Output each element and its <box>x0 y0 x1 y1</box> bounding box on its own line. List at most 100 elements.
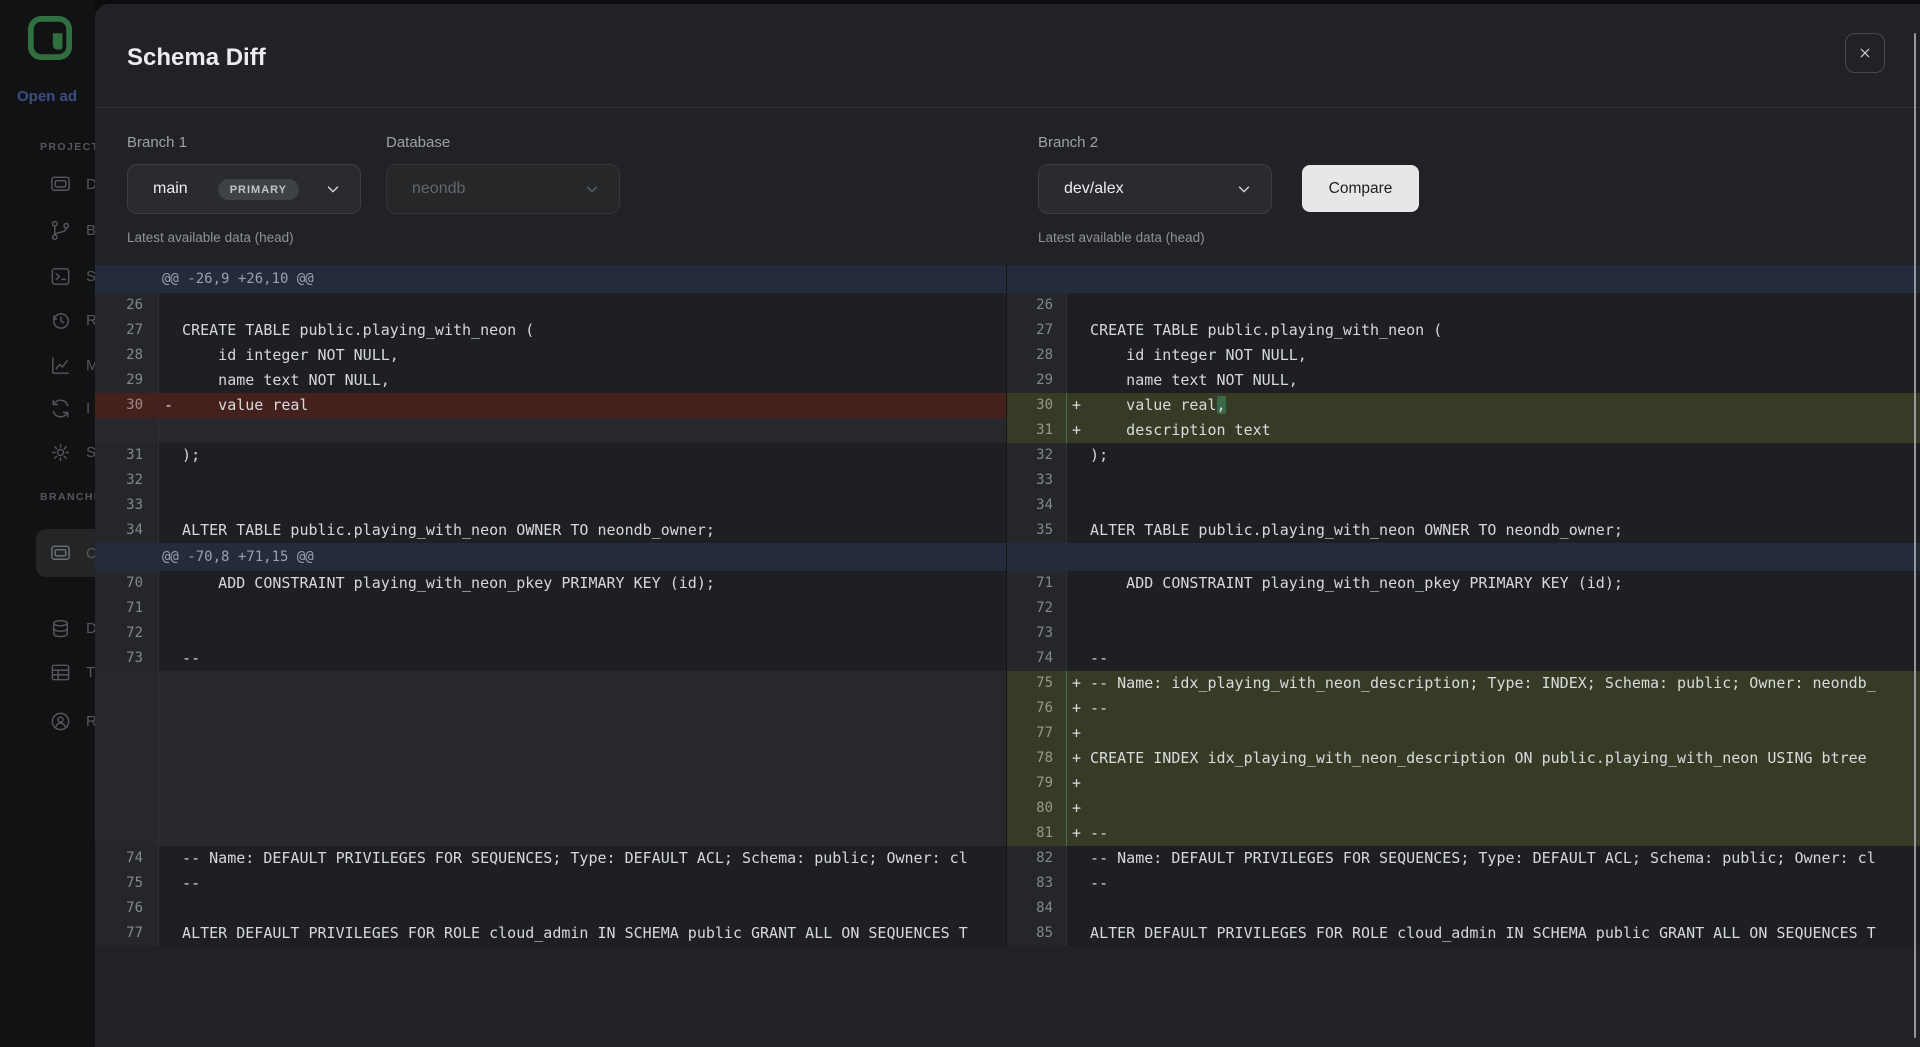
line-number: 27 <box>1007 318 1067 343</box>
code-text <box>159 721 1006 746</box>
branch2-select[interactable]: dev/alex <box>1038 164 1272 214</box>
hunk-header: @@ -70,8 +71,15 @@ <box>95 543 1006 571</box>
code-text <box>159 418 1006 443</box>
diff-code-row: 32 ); <box>1007 443 1920 468</box>
code-text: ALTER DEFAULT PRIVILEGES FOR ROLE cloud_… <box>159 921 1006 946</box>
diff-code-row: 30+ value real, <box>1007 393 1920 418</box>
word-diff-highlight: , <box>1217 396 1226 414</box>
line-number: 75 <box>1007 671 1067 696</box>
code-text <box>1067 621 1920 646</box>
code-text: + CREATE INDEX idx_playing_with_neon_des… <box>1067 746 1920 771</box>
line-number: 72 <box>95 621 159 646</box>
database-label: Database <box>386 134 450 151</box>
line-number: 26 <box>95 293 159 318</box>
diff-code-row: 77+ <box>1007 721 1920 746</box>
line-number: 85 <box>1007 921 1067 946</box>
line-number: 29 <box>1007 368 1067 393</box>
code-text: ADD CONSTRAINT playing_with_neon_pkey PR… <box>159 571 1006 596</box>
line-number: 29 <box>95 368 159 393</box>
diff-code-row: 82 -- Name: DEFAULT PRIVILEGES FOR SEQUE… <box>1007 846 1920 871</box>
hunk-header: @@ -26,9 +26,10 @@ <box>95 265 1006 293</box>
sql-editor-icon <box>49 265 72 288</box>
sidebar-section-branches: BRANCHES <box>40 491 95 503</box>
database-value: neondb <box>412 180 465 198</box>
code-text: + <box>1067 771 1920 796</box>
diff-code-row: 34 ALTER TABLE public.playing_with_neon … <box>95 518 1006 543</box>
diff-code-row: 29 name text NOT NULL, <box>1007 368 1920 393</box>
line-number: 75 <box>95 871 159 896</box>
line-number <box>95 696 159 721</box>
diff-code-row: 79+ <box>1007 771 1920 796</box>
diff-code-row: 28 id integer NOT NULL, <box>1007 343 1920 368</box>
vertical-scrollbar[interactable] <box>1914 33 1916 1038</box>
line-number: 84 <box>1007 896 1067 921</box>
code-text <box>159 796 1006 821</box>
database-select[interactable]: neondb <box>386 164 620 214</box>
page-title: Schema Diff <box>127 44 266 72</box>
diff-code-row: 81+ -- <box>1007 821 1920 846</box>
restore-icon <box>49 309 72 332</box>
code-text <box>159 696 1006 721</box>
hunk-header <box>1007 543 1920 571</box>
diff-code-row: 28 id integer NOT NULL, <box>95 343 1006 368</box>
diff-pane-branch2[interactable]: 26 27 CREATE TABLE public.playing_with_n… <box>1006 265 1920 946</box>
compute-icon <box>49 542 72 565</box>
line-number: 74 <box>1007 646 1067 671</box>
line-number: 28 <box>95 343 159 368</box>
code-text: ); <box>1067 443 1920 468</box>
code-text: - value real <box>159 393 1006 418</box>
diff-code-row: 26 <box>1007 293 1920 318</box>
diff-code-row: 27 CREATE TABLE public.playing_with_neon… <box>95 318 1006 343</box>
diff-filler-row <box>95 821 1006 846</box>
code-text: + value real, <box>1067 393 1920 418</box>
branch2-caption: Latest available data (head) <box>1038 230 1205 245</box>
line-number <box>95 746 159 771</box>
line-number: 78 <box>1007 746 1067 771</box>
diff-code-row: 71 <box>95 596 1006 621</box>
settings-icon <box>49 441 72 464</box>
diff-code-row: 70 ADD CONSTRAINT playing_with_neon_pkey… <box>95 571 1006 596</box>
diff-code-row: 76 <box>95 896 1006 921</box>
diff-code-row: 35 ALTER TABLE public.playing_with_neon … <box>1007 518 1920 543</box>
database-icon <box>49 617 72 640</box>
line-number: 82 <box>1007 846 1067 871</box>
chevron-down-icon <box>1235 180 1253 198</box>
line-number <box>95 671 159 696</box>
code-text: -- <box>159 871 1006 896</box>
diff-filler-row <box>95 746 1006 771</box>
primary-badge: PRIMARY <box>218 179 299 200</box>
line-number: 73 <box>1007 621 1067 646</box>
line-number: 28 <box>1007 343 1067 368</box>
line-number: 27 <box>95 318 159 343</box>
code-text: id integer NOT NULL, <box>1067 343 1920 368</box>
line-number: 30 <box>95 393 159 418</box>
code-text: -- Name: DEFAULT PRIVILEGES FOR SEQUENCE… <box>1067 846 1920 871</box>
diff-code-row: 72 <box>95 621 1006 646</box>
diff-code-row: 34 <box>1007 493 1920 518</box>
open-admin-link[interactable]: Open ad <box>17 88 95 105</box>
close-button[interactable] <box>1845 33 1885 73</box>
line-number <box>95 821 159 846</box>
integrations-icon <box>49 397 72 420</box>
compare-button[interactable]: Compare <box>1302 165 1419 212</box>
line-number: 31 <box>1007 418 1067 443</box>
code-text <box>1067 493 1920 518</box>
diff-code-row: 26 <box>95 293 1006 318</box>
branch1-select[interactable]: main PRIMARY <box>127 164 361 214</box>
code-text: + description text <box>1067 418 1920 443</box>
code-text: ); <box>159 443 1006 468</box>
diff-code-row: 30- value real <box>95 393 1006 418</box>
line-number: 32 <box>1007 443 1067 468</box>
line-number: 70 <box>95 571 159 596</box>
line-number <box>95 771 159 796</box>
line-number: 33 <box>1007 468 1067 493</box>
line-number: 33 <box>95 493 159 518</box>
code-text <box>159 596 1006 621</box>
line-number: 83 <box>1007 871 1067 896</box>
schema-diff-view: @@ -26,9 +26,10 @@26 27 CREATE TABLE pub… <box>95 265 1920 946</box>
diff-pane-branch1[interactable]: @@ -26,9 +26,10 @@26 27 CREATE TABLE pub… <box>95 265 1006 946</box>
diff-code-row: 29 name text NOT NULL, <box>95 368 1006 393</box>
neon-logo-icon <box>27 15 73 61</box>
diff-code-row: 32 <box>95 468 1006 493</box>
code-text <box>1067 596 1920 621</box>
